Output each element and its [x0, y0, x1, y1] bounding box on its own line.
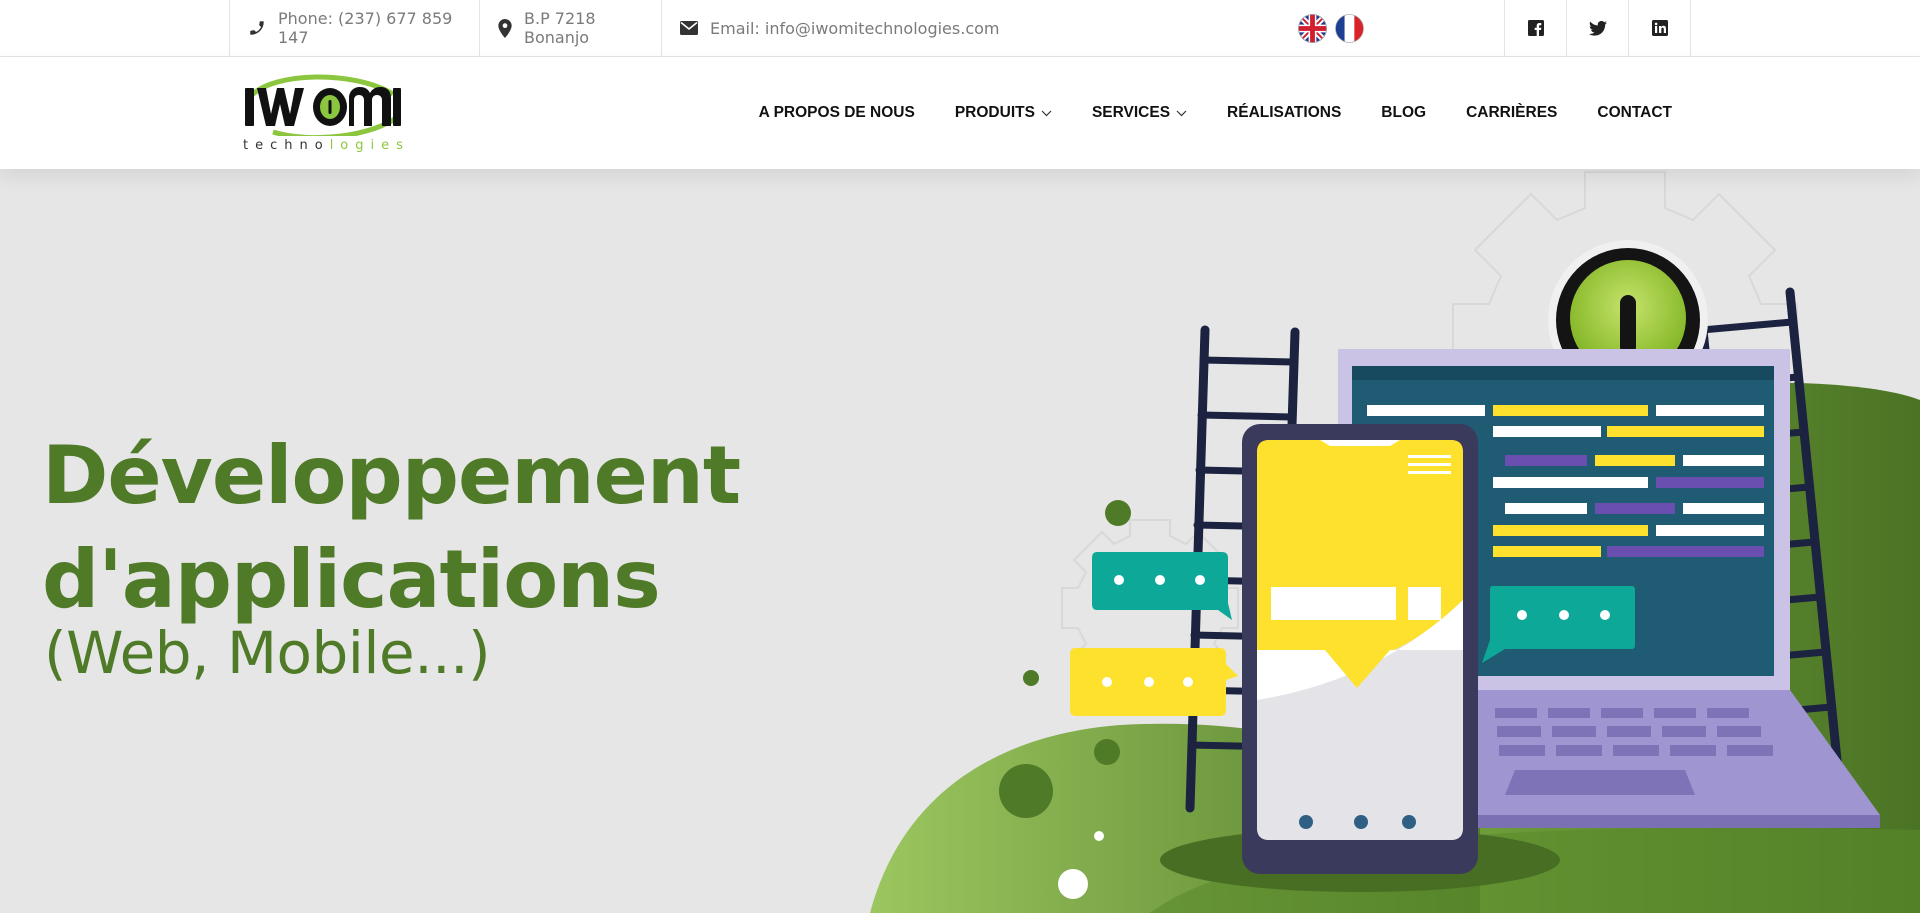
nav-item-produits[interactable]: PRODUITS	[955, 104, 1052, 122]
hero-title: Développement d'applications	[42, 424, 741, 632]
facebook-icon	[1527, 20, 1544, 36]
nav-item-label: A PROPOS DE NOUS	[758, 104, 915, 121]
linkedin-link[interactable]	[1628, 0, 1691, 56]
nav-item-realisations[interactable]: RÉALISATIONS	[1227, 104, 1341, 122]
nav-item-label: SERVICES	[1091, 104, 1171, 121]
linkedin-icon	[1651, 20, 1668, 36]
twitter-icon	[1588, 20, 1607, 36]
nav-item-label: CONTACT	[1597, 104, 1672, 121]
nav-item-label: BLOG	[1381, 104, 1427, 121]
smartphone-illustration	[1242, 424, 1478, 874]
hero-banner: Développement d'applications (Web, Mobil…	[0, 169, 1920, 913]
nav-item-a-propos[interactable]: A PROPOS DE NOUS	[759, 104, 915, 122]
email-text[interactable]: Email: info@iwomitechnologies.com	[710, 19, 999, 38]
email-info[interactable]: Email: info@iwomitechnologies.com	[662, 0, 1002, 56]
nav-item-blog[interactable]: BLOG	[1381, 104, 1426, 122]
nav-item-label: PRODUITS	[954, 104, 1035, 121]
logo-tagline: technologies	[243, 138, 403, 153]
iwomi-logo[interactable]: technologies	[243, 74, 403, 158]
phone-icon	[250, 21, 264, 35]
nav-item-carrieres[interactable]: CARRIÈRES	[1466, 104, 1557, 122]
envelope-icon	[680, 21, 698, 35]
nav-item-services[interactable]: SERVICES	[1092, 104, 1187, 122]
iwomi-logo-mark	[245, 74, 401, 141]
logo-tagline-green: logies	[329, 138, 410, 153]
chat-bubble-teal-icon	[1092, 552, 1232, 620]
chevron-down-icon	[1041, 110, 1052, 117]
phone-text: Phone: (237) 677 859 147	[278, 9, 453, 47]
english-flag-icon[interactable]	[1298, 14, 1327, 43]
nav-item-label: RÉALISATIONS	[1227, 104, 1342, 121]
chat-bubble-yellow-icon	[1070, 648, 1238, 716]
map-marker-icon	[498, 18, 512, 38]
address-info: B.P 7218 Bonanjo	[480, 0, 662, 56]
main-menu: A PROPOS DE NOUS PRODUITS SERVICES RÉALI…	[719, 57, 1672, 169]
french-flag-icon[interactable]	[1335, 14, 1364, 43]
phone-info: Phone: (237) 677 859 147	[229, 0, 480, 56]
address-text: B.P 7218 Bonanjo	[524, 9, 596, 47]
hero-title-line-2: d'applications	[42, 533, 661, 626]
logo-tagline-dark: techno	[243, 138, 330, 153]
nav-item-label: CARRIÈRES	[1466, 104, 1558, 121]
hero-subtitle: (Web, Mobile...)	[44, 619, 491, 687]
language-switcher	[1298, 14, 1364, 43]
top-info-bar: Phone: (237) 677 859 147 B.P 7218 Bonanj…	[0, 0, 1920, 57]
nav-item-contact[interactable]: CONTACT	[1597, 104, 1672, 122]
facebook-link[interactable]	[1504, 0, 1566, 56]
twitter-link[interactable]	[1566, 0, 1628, 56]
chevron-down-icon	[1176, 110, 1187, 117]
main-navbar: technologies A PROPOS DE NOUS PRODUITS S…	[0, 57, 1920, 169]
hero-title-line-1: Développement	[42, 429, 741, 522]
